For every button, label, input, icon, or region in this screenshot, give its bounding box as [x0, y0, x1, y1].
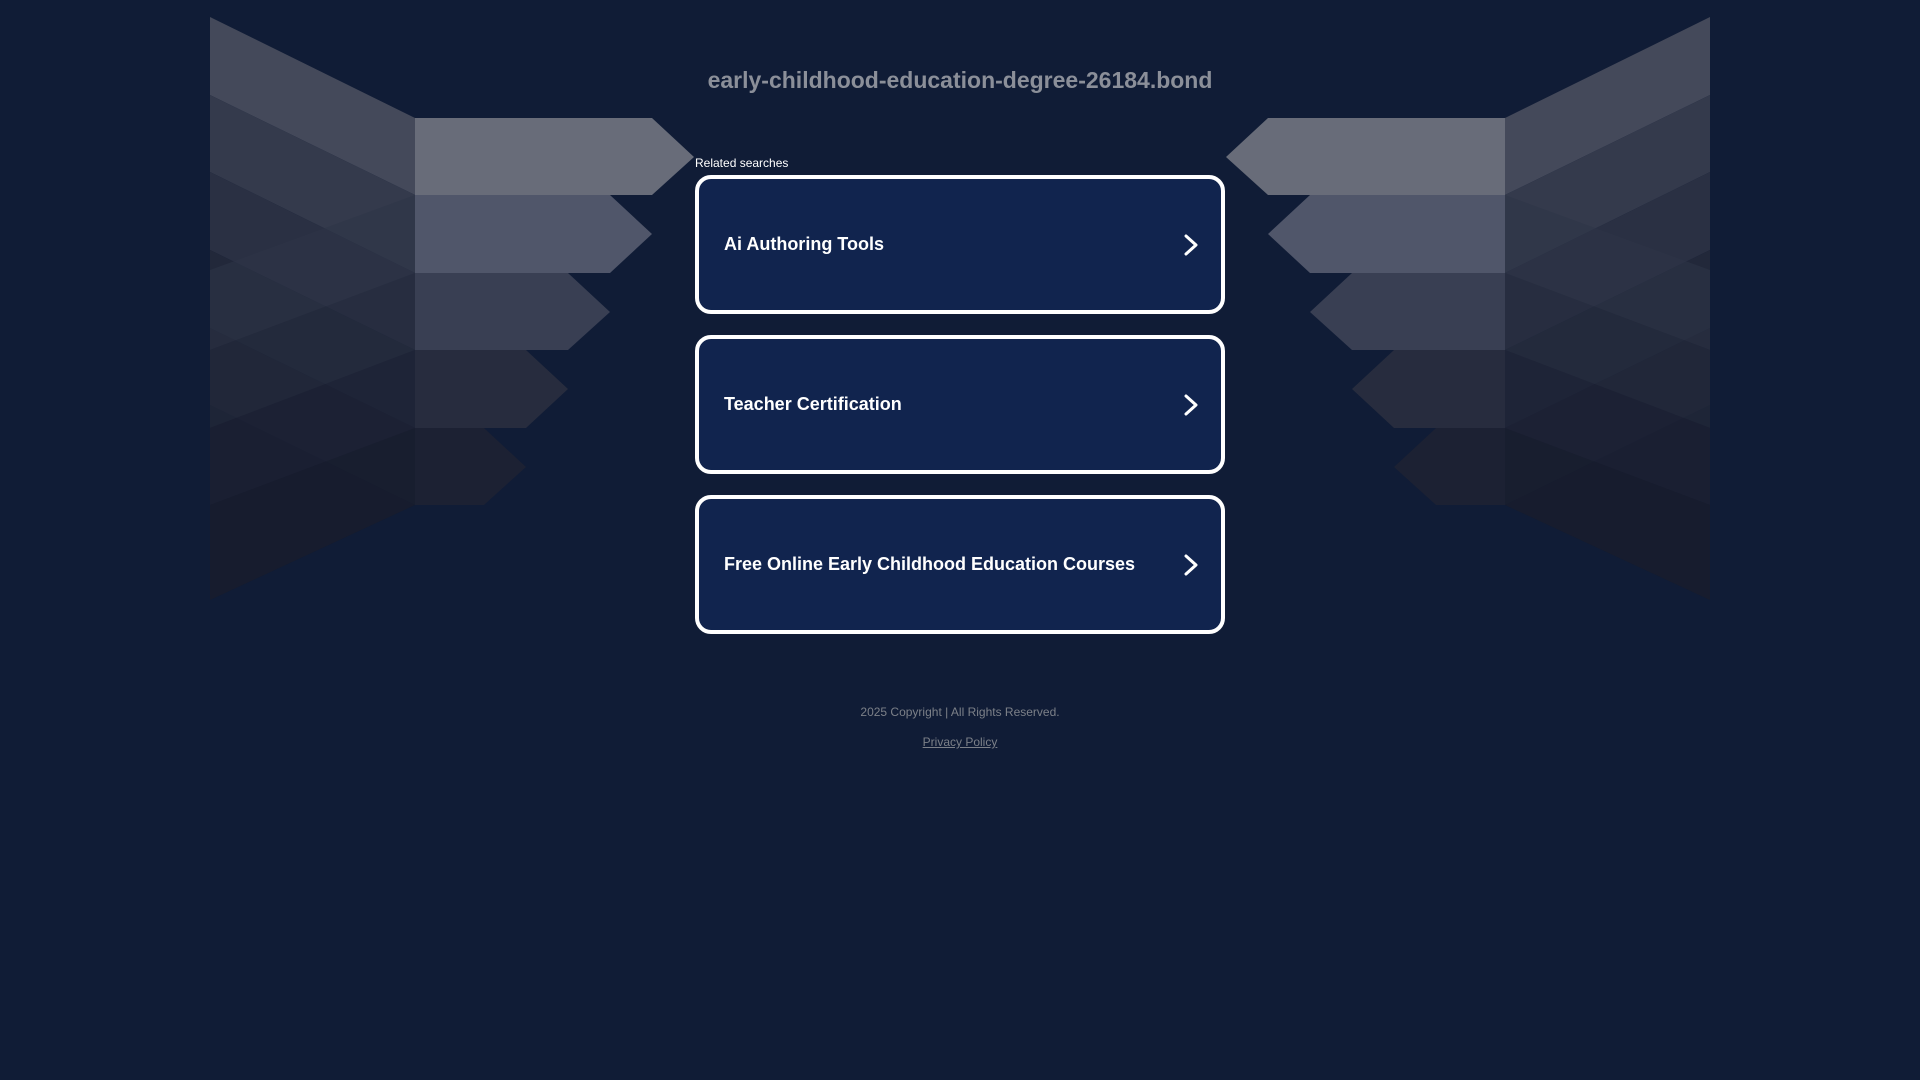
chevron-right-icon: [1181, 393, 1201, 417]
search-result-label: Teacher Certification: [724, 394, 902, 414]
chevron-right-icon: [1181, 553, 1201, 577]
search-result-teacher-certification[interactable]: Teacher Certification: [695, 335, 1225, 474]
search-result-label: Free Online Early Childhood Education Co…: [724, 554, 1136, 574]
copyright-text: 2025 Copyright | All Rights Reserved.: [860, 705, 1060, 719]
search-result-free-online-courses[interactable]: Free Online Early Childhood Education Co…: [695, 495, 1225, 634]
related-searches-label: Related searches: [695, 156, 789, 170]
chevron-right-icon: [1181, 233, 1201, 257]
footer: 2025 Copyright | All Rights Reserved. Pr…: [660, 704, 1260, 751]
privacy-policy-link[interactable]: Privacy Policy: [923, 734, 998, 750]
related-searches-list: Ai Authoring Tools Teacher Certification…: [695, 175, 1225, 655]
search-result-label: Ai Authoring Tools: [724, 234, 884, 254]
search-result-ai-authoring-tools[interactable]: Ai Authoring Tools: [695, 175, 1225, 314]
domain-title: early-childhood-education-degree-26184.b…: [707, 67, 1213, 93]
